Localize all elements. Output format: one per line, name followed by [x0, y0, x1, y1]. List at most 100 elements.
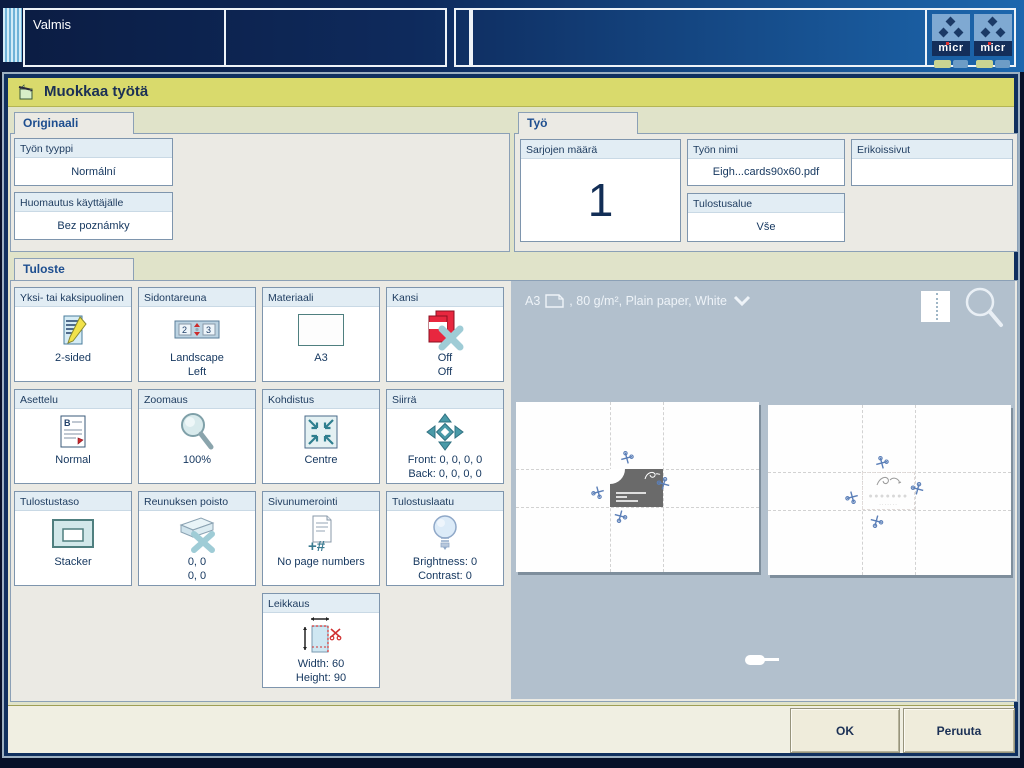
- media-tile[interactable]: Materiaali A3: [262, 287, 380, 382]
- job-name-tile[interactable]: Työn nimi Eigh...cards90x60.pdf: [687, 139, 845, 186]
- binding-edge-tile[interactable]: Sidontareuna 2 3 Landscape: [138, 287, 256, 382]
- print-range-value: Vše: [688, 213, 844, 241]
- status-panel-middle: [454, 8, 471, 67]
- dialog-button-bar: OK Peruuta: [8, 705, 1014, 753]
- shift-label: Siirrä: [387, 390, 503, 409]
- user-note-tile[interactable]: Huomautus käyttäjälle Bez poznámky: [14, 192, 173, 240]
- move-arrows-icon: [387, 409, 503, 454]
- edit-job-icon: [17, 83, 35, 106]
- binding-edge-value: Landscape: [139, 352, 255, 366]
- magnifier-icon: [139, 409, 255, 454]
- cancel-button[interactable]: Peruuta: [903, 708, 1015, 753]
- fold-view-icon[interactable]: [921, 291, 950, 322]
- edge-erase-tile[interactable]: Reunuksen poisto 0, 0 0, 0: [138, 491, 256, 586]
- contrast-value: Contrast: 0: [387, 570, 503, 584]
- copies-tile[interactable]: Sarjojen määrä 1: [520, 139, 681, 242]
- output-tray-label: Tulostustaso: [15, 492, 131, 511]
- shift-front-value: Front: 0, 0, 0, 0: [387, 454, 503, 468]
- micr-red-dot: [988, 42, 991, 45]
- micr-wordmark: micr: [938, 42, 963, 54]
- scissors-mark-icon: [611, 505, 633, 524]
- page-numbering-value: No page numbers: [263, 556, 379, 570]
- media-details-text: , 80 g/m², Plain paper, White: [569, 294, 727, 308]
- micr-logo-emblem: [974, 14, 1012, 41]
- micr-logo-text: micr: [932, 41, 970, 56]
- landscape-page-icon: [545, 294, 564, 308]
- svg-text:B: B: [64, 418, 71, 428]
- dialog-title: Muokkaa työtä: [44, 83, 148, 100]
- special-pages-tile[interactable]: Erikoissivut: [851, 139, 1013, 186]
- preview-sheet-back: ●●●●●●● .......: [768, 405, 1011, 575]
- edge-erase-front-value: 0, 0: [139, 556, 255, 570]
- zoom-value: 100%: [139, 454, 255, 468]
- scissors-mark-icon: [867, 510, 889, 529]
- lightbulb-icon: [387, 511, 503, 556]
- duplex-label: Yksi- tai kaksipuolinen: [15, 288, 131, 307]
- covers-tile[interactable]: Kansi Off Off: [386, 287, 504, 382]
- print-range-tile[interactable]: Tulostusalue Vše: [687, 193, 845, 242]
- trim-width-value: Width: 60: [263, 658, 379, 672]
- job-type-tile[interactable]: Työn tyyppi Normální: [14, 138, 173, 186]
- copies-label: Sarjojen määrä: [521, 140, 680, 159]
- logo-green-chip: [934, 60, 951, 68]
- job-name-label: Työn nimi: [688, 140, 844, 159]
- media-selector[interactable]: A3 , 80 g/m², Plain paper, White: [525, 294, 752, 308]
- chevron-down-icon[interactable]: [732, 295, 752, 307]
- preview-zoom-icon[interactable]: [963, 285, 1005, 334]
- tab-originaali[interactable]: Originaali: [14, 112, 134, 134]
- special-pages-label: Erikoissivut: [852, 140, 1012, 159]
- status-text: Valmis: [33, 17, 71, 32]
- tab-tyo[interactable]: Työ: [518, 112, 638, 134]
- layout-label: Asettelu: [15, 390, 131, 409]
- centre-align-icon: [263, 409, 379, 454]
- ok-button[interactable]: OK: [790, 708, 900, 753]
- alignment-tile[interactable]: Kohdistus Centre: [262, 389, 380, 484]
- screen: Valmis micr: [0, 0, 1024, 768]
- svg-text:2: 2: [182, 325, 187, 335]
- eraser-off-icon: [139, 511, 255, 556]
- page-numbering-label: Sivunumerointi: [263, 492, 379, 511]
- status-panel-left: Valmis: [23, 8, 447, 67]
- shift-tile[interactable]: Siirrä Front: 0, 0, 0, 0 Back: 0, 0, 0, …: [386, 389, 504, 484]
- shift-back-value: Back: 0, 0, 0, 0: [387, 468, 503, 482]
- micr-logo: micr: [974, 14, 1012, 66]
- scissors-mark-icon: [869, 452, 891, 471]
- job-type-label: Työn tyyppi: [15, 139, 172, 158]
- output-tray-tile[interactable]: Tulostustaso Stacker: [14, 491, 132, 586]
- micr-red-dot: [946, 42, 949, 45]
- output-tray-value: Stacker: [15, 556, 131, 570]
- svg-text:3: 3: [206, 325, 211, 335]
- duplex-value: 2-sided: [15, 352, 131, 366]
- job-name-value: Eigh...cards90x60.pdf: [688, 159, 844, 185]
- print-range-label: Tulostusalue: [688, 194, 844, 213]
- page-numbering-tile[interactable]: Sivunumerointi +# No page numbers: [262, 491, 380, 586]
- logo-blue-chip: [953, 60, 968, 68]
- duplex-page-icon: [15, 307, 131, 352]
- svg-text:+#: +#: [308, 538, 326, 554]
- trim-height-value: Height: 90: [263, 672, 379, 686]
- print-quality-tile[interactable]: Tulostuslaatu Brightness: 0 Contrast: 0: [386, 491, 504, 586]
- micr-logo: micr: [932, 14, 970, 66]
- binding-edge-icon: 2 3: [139, 307, 255, 352]
- stacker-tray-icon: [15, 511, 131, 556]
- layout-page-icon: B: [15, 409, 131, 454]
- zoom-tile[interactable]: Zoomaus 100%: [138, 389, 256, 484]
- copies-value: 1: [521, 159, 680, 241]
- alignment-label: Kohdistus: [263, 390, 379, 409]
- trim-label: Leikkaus: [263, 594, 379, 613]
- scissors-mark-icon: [589, 483, 611, 502]
- layout-tile[interactable]: Asettelu B Normal: [14, 389, 132, 484]
- media-label: Materiaali: [263, 288, 379, 307]
- trim-tile[interactable]: Leikkaus: [262, 593, 380, 688]
- status-panel-right: micr micr: [471, 8, 1016, 67]
- covers-value: Off: [387, 352, 503, 366]
- tab-tuloste[interactable]: Tuloste: [14, 258, 134, 280]
- duplex-tile[interactable]: Yksi- tai kaksipuolinen 2-sided: [14, 287, 132, 382]
- connector-plug-icon: [745, 654, 779, 666]
- print-preview-area: A3 , 80 g/m², Plain paper, White: [511, 281, 1015, 699]
- media-value: A3: [263, 352, 379, 366]
- edge-erase-label: Reunuksen poisto: [139, 492, 255, 511]
- page-numbers-icon: +#: [263, 511, 379, 556]
- edge-erase-back-value: 0, 0: [139, 570, 255, 584]
- dialog-title-bar: Muokkaa työtä: [8, 78, 1014, 107]
